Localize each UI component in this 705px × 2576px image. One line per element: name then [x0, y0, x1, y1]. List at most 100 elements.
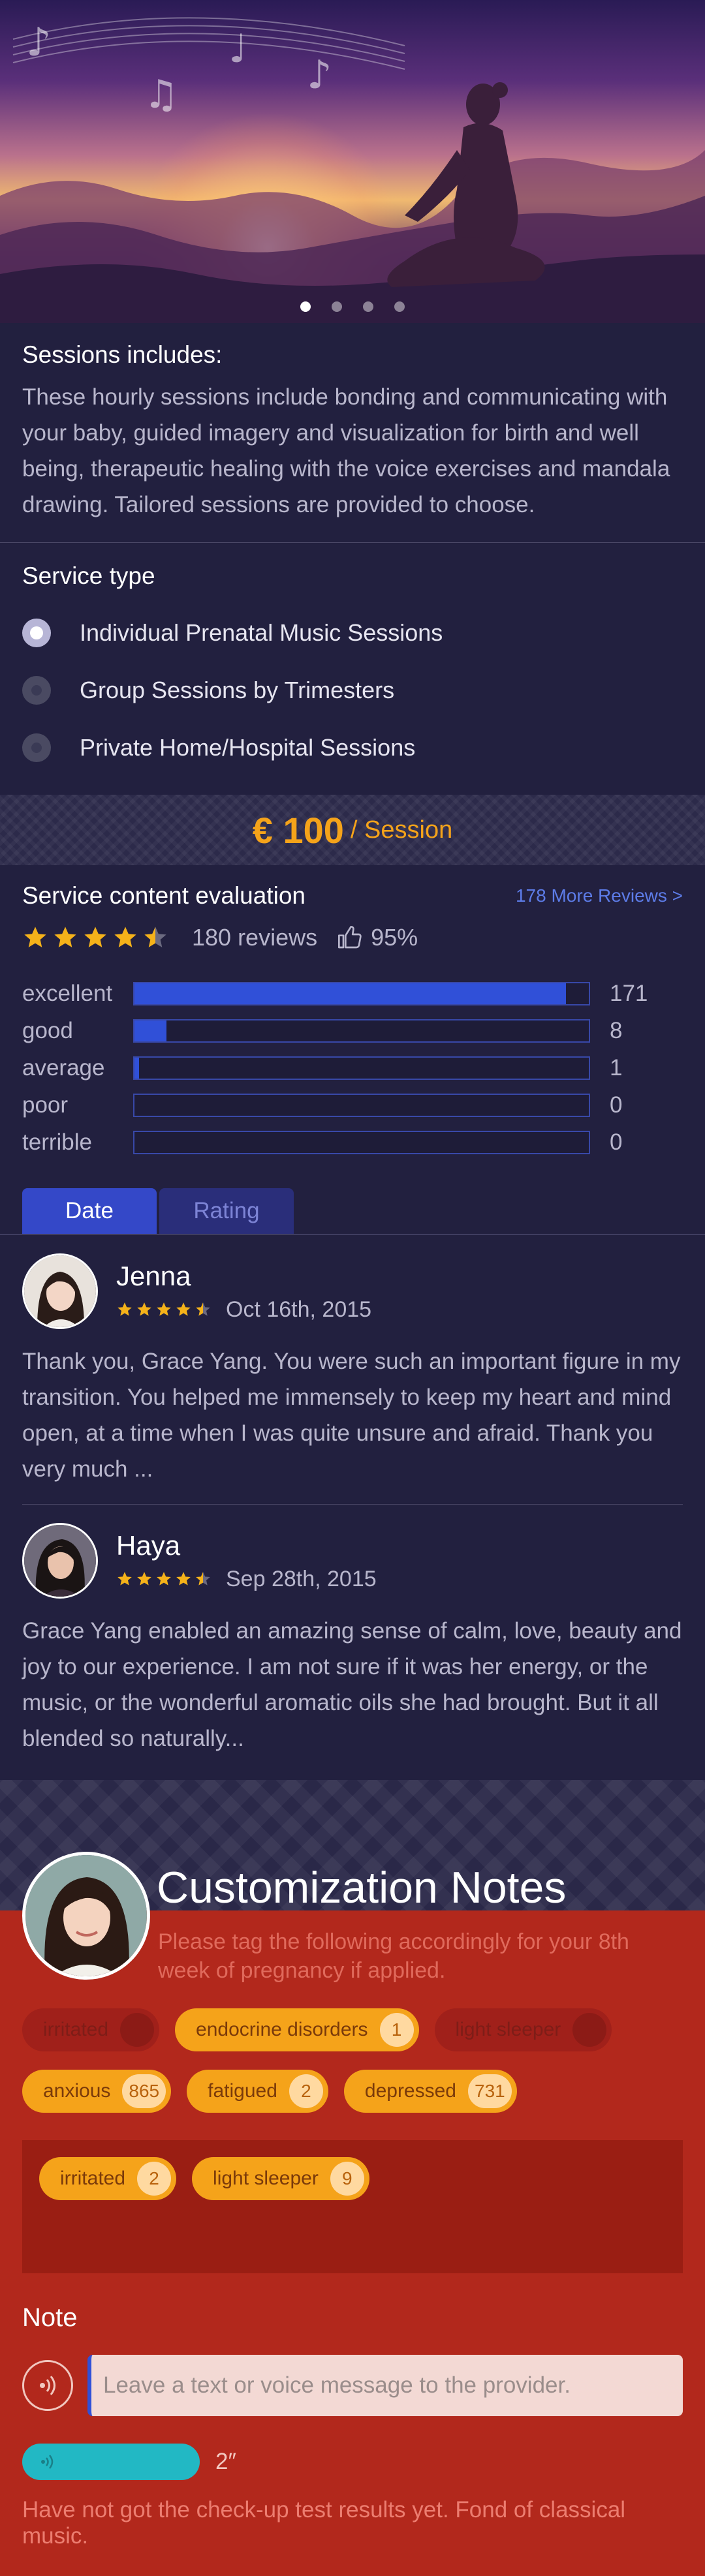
tag-fatigued[interactable]: fatigued 2 — [187, 2070, 328, 2113]
note-title: Note — [22, 2303, 78, 2332]
breakdown-count: 8 — [610, 1017, 623, 1043]
breakdown-label: terrible — [22, 1129, 92, 1155]
carousel-dot[interactable] — [363, 301, 373, 312]
avatar[interactable] — [22, 1523, 98, 1599]
star-icon — [144, 927, 166, 947]
tag-anxious[interactable]: anxious 865 — [22, 2070, 172, 2113]
reviewer-name: Jenna — [116, 1260, 191, 1291]
hero-banner[interactable]: ♪ ♫ ♩ ♪ — [0, 0, 705, 323]
more-reviews-link[interactable]: 178 More Reviews > — [516, 885, 683, 906]
tab-date[interactable]: Date — [22, 1188, 157, 1234]
service-option-group[interactable]: Group Sessions by Trimesters — [22, 662, 683, 719]
tag-label: light sleeper — [455, 2019, 561, 2040]
star-icon — [157, 1302, 171, 1316]
breakdown-label: poor — [22, 1092, 69, 1118]
tag-count — [572, 2013, 607, 2047]
customization-title: Customization Notes — [157, 1863, 567, 1912]
service-type-section: Service type Individual Prenatal Music S… — [0, 543, 705, 795]
breakdown-count: 171 — [610, 980, 648, 1006]
avatar[interactable] — [22, 1253, 98, 1329]
carousel-dot[interactable] — [300, 301, 311, 312]
tag-depressed[interactable]: depressed 731 — [343, 2070, 517, 2113]
breakdown-row: poor 0 — [22, 1086, 683, 1124]
thumbs-up-icon — [338, 926, 362, 949]
star-icon — [114, 927, 136, 947]
service-option-private[interactable]: Private Home/Hospital Sessions — [22, 719, 683, 776]
service-option-label: Group Sessions by Trimesters — [80, 677, 395, 703]
tag-irritated[interactable]: irritated — [22, 2008, 160, 2051]
note-input[interactable] — [87, 2355, 683, 2416]
service-option-label: Individual Prenatal Music Sessions — [80, 619, 443, 646]
customization-notes-section: irritated endocrine disorders 1 light sle… — [0, 1780, 705, 2576]
selected-tags-box[interactable]: irritated 2 light sleeper 9 — [22, 2140, 683, 2273]
star-icon — [176, 1572, 191, 1586]
service-option-label: Private Home/Hospital Sessions — [80, 734, 416, 761]
voice-input-button[interactable] — [22, 2360, 73, 2411]
breakdown-bar — [133, 981, 590, 1005]
breakdown-count: 0 — [610, 1092, 623, 1118]
customization-panel: irritated endocrine disorders 1 light sle… — [0, 1910, 705, 2576]
tag-endocrine-disorders[interactable]: endocrine disorders 1 — [175, 2008, 419, 2051]
provider-avatar[interactable] — [22, 1852, 150, 1980]
hero-landscape-image — [0, 17, 705, 323]
voice-duration: 2″ — [215, 2449, 236, 2474]
radio-unselected-icon[interactable] — [22, 676, 51, 705]
tag-label: depressed — [364, 2080, 456, 2102]
price-unit: / Session — [350, 816, 453, 844]
tab-rating[interactable]: Rating — [159, 1188, 294, 1234]
sessions-includes-section: Sessions includes: These hourly sessions… — [0, 323, 705, 543]
reviewer-name: Haya — [116, 1529, 181, 1561]
rating-stars — [22, 925, 172, 951]
tag-count: 2 — [289, 2074, 323, 2108]
breakdown-row: good 8 — [22, 1012, 683, 1049]
star-icon — [118, 1572, 132, 1586]
review-text: Grace Yang enabled an amazing sense of c… — [22, 1618, 682, 1751]
service-type-title: Service type — [22, 562, 155, 589]
voice-message-player[interactable] — [22, 2444, 200, 2480]
breakdown-bar-fill — [134, 983, 567, 1004]
breakdown-bar-fill — [134, 1020, 166, 1041]
star-icon — [54, 927, 76, 947]
sessions-includes-text: These hourly sessions include bonding an… — [22, 384, 670, 517]
breakdown-row: excellent 171 — [22, 975, 683, 1012]
star-icon — [176, 1302, 191, 1316]
review-count: 180 reviews — [192, 924, 318, 951]
voice-wave-icon — [40, 2376, 55, 2395]
voice-wave-icon — [41, 2455, 54, 2469]
evaluation-section: Service content evaluation 178 More Revi… — [0, 865, 705, 1235]
carousel-dot[interactable] — [394, 301, 405, 312]
review-sort-tabs: Date Rating — [22, 1188, 683, 1234]
radio-unselected-icon[interactable] — [22, 733, 51, 762]
review-date: Oct 16th, 2015 — [226, 1296, 372, 1322]
star-icon — [24, 927, 46, 947]
review-date: Sep 28th, 2015 — [226, 1566, 377, 1591]
note-text: Have not got the check-up test results y… — [22, 2497, 626, 2549]
price-banner: € 100 / Session — [0, 795, 705, 865]
review-item[interactable]: Haya Sep 28th, 2015 Grace Yang enabled a… — [22, 1504, 683, 1773]
radio-selected-icon[interactable] — [22, 619, 51, 647]
tag-count: 731 — [468, 2074, 512, 2108]
selected-tag-light-sleeper[interactable]: light sleeper 9 — [192, 2157, 369, 2200]
breakdown-bar — [133, 1093, 590, 1117]
positive-percent: 95% — [371, 924, 418, 951]
breakdown-label: good — [22, 1017, 73, 1043]
music-note-icon: ♪ — [26, 20, 52, 65]
review-rating-stars — [116, 1301, 214, 1318]
breakdown-count: 0 — [610, 1129, 623, 1155]
breakdown-label: excellent — [22, 980, 113, 1006]
carousel-dot[interactable] — [332, 301, 342, 312]
breakdown-bar — [133, 1056, 590, 1080]
tag-light-sleeper[interactable]: light sleeper — [434, 2008, 612, 2051]
selected-tag-irritated[interactable]: irritated 2 — [39, 2157, 177, 2200]
tag-count: 9 — [330, 2162, 364, 2196]
review-item[interactable]: Jenna Oct 16th, 2015 Thank you, Grace Ya… — [22, 1235, 683, 1504]
breakdown-label: average — [22, 1054, 105, 1081]
review-rating-stars — [116, 1571, 214, 1587]
breakdown-bar-fill — [134, 1057, 139, 1079]
service-option-individual[interactable]: Individual Prenatal Music Sessions — [22, 604, 683, 662]
tag-count: 1 — [379, 2013, 414, 2047]
tag-count: 2 — [137, 2162, 172, 2196]
breakdown-bar — [133, 1019, 590, 1043]
tag-label: endocrine disorders — [196, 2019, 368, 2040]
tag-label: light sleeper — [213, 2168, 319, 2189]
